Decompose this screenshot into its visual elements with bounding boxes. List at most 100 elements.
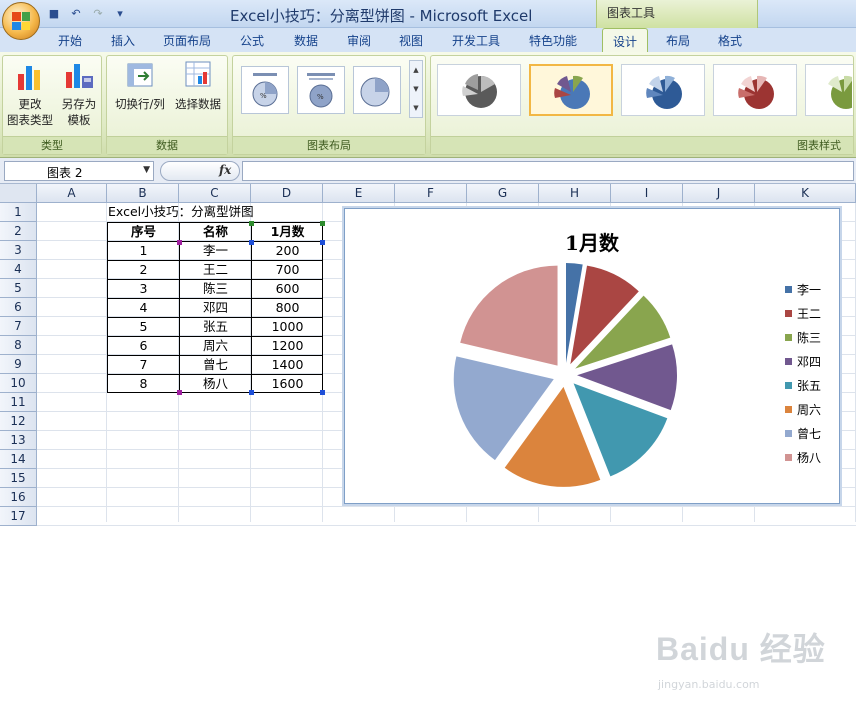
name-box[interactable]: 图表 2 ▼ (4, 161, 154, 181)
row-header-14[interactable]: 14 (0, 450, 37, 469)
column-header-d[interactable]: D (251, 184, 323, 203)
tab-layout[interactable]: 布局 (666, 32, 690, 49)
table-cell[interactable]: 3 (108, 280, 179, 299)
change-chart-type-button[interactable]: 更改 图表类型 (7, 60, 53, 128)
range-handle[interactable] (320, 221, 325, 226)
tab-formulas[interactable]: 公式 (240, 32, 264, 49)
row-header-3[interactable]: 3 (0, 241, 37, 260)
column-header-c[interactable]: C (179, 184, 251, 203)
tab-insert[interactable]: 插入 (111, 32, 135, 49)
legend-item[interactable]: 周六 (785, 401, 845, 417)
row-header-6[interactable]: 6 (0, 298, 37, 317)
table-cell[interactable]: 邓四 (180, 299, 251, 318)
chart-style-gray[interactable] (437, 64, 521, 116)
row-header-16[interactable]: 16 (0, 488, 37, 507)
table-cell[interactable]: 1200 (252, 337, 323, 356)
column-header-e[interactable]: E (323, 184, 395, 203)
range-handle[interactable] (320, 390, 325, 395)
table-cell[interactable]: 1400 (252, 356, 323, 375)
row-header-4[interactable]: 4 (0, 260, 37, 279)
table-cell[interactable]: 1 (108, 242, 179, 261)
pie-slice-杨八[interactable] (460, 265, 558, 366)
table-cell[interactable]: 周六 (180, 337, 251, 356)
table-cell[interactable]: 5 (108, 318, 179, 337)
column-header-i[interactable]: I (611, 184, 683, 203)
scroll-up-icon[interactable]: ▲ (413, 66, 418, 74)
legend-item[interactable]: 王二 (785, 305, 845, 321)
row-header-10[interactable]: 10 (0, 374, 37, 393)
office-button[interactable] (2, 2, 40, 40)
column-header-b[interactable]: B (107, 184, 179, 203)
legend-item[interactable]: 邓四 (785, 353, 845, 369)
select-all-corner[interactable] (0, 184, 37, 203)
range-handle[interactable] (320, 240, 325, 245)
row-header-1[interactable]: 1 (0, 203, 37, 222)
undo-icon[interactable]: ↶ (68, 5, 84, 21)
row-header-13[interactable]: 13 (0, 431, 37, 450)
row-header-5[interactable]: 5 (0, 279, 37, 298)
tab-page-layout[interactable]: 页面布局 (163, 32, 211, 49)
select-data-button[interactable]: 选择数据 (171, 60, 225, 112)
tab-developer[interactable]: 开发工具 (452, 32, 500, 49)
table-header-cell[interactable]: 1月数 (252, 223, 323, 242)
legend-item[interactable]: 曾七 (785, 425, 845, 441)
chart-style-blue[interactable] (621, 64, 705, 116)
column-header-g[interactable]: G (467, 184, 539, 203)
table-cell[interactable]: 700 (252, 261, 323, 280)
table-cell[interactable]: 200 (252, 242, 323, 261)
row-header-12[interactable]: 12 (0, 412, 37, 431)
table-cell[interactable]: 6 (108, 337, 179, 356)
chart-style-red[interactable] (713, 64, 797, 116)
legend-item[interactable]: 李一 (785, 281, 845, 297)
table-cell[interactable]: 8 (108, 375, 179, 394)
chart-layout-1[interactable]: % (241, 66, 289, 114)
chart-layout-gallery-scroll[interactable]: ▲ ▼ ▼ (409, 60, 423, 118)
formula-input[interactable] (242, 161, 854, 181)
insert-function-icon[interactable]: fx (219, 163, 231, 177)
table-cell[interactable]: 杨八 (180, 375, 251, 394)
column-header-f[interactable]: F (395, 184, 467, 203)
table-cell[interactable]: 1600 (252, 375, 323, 394)
range-handle[interactable] (249, 390, 254, 395)
table-cell[interactable]: 曾七 (180, 356, 251, 375)
column-header-h[interactable]: H (539, 184, 611, 203)
chart-style-multicolor[interactable] (529, 64, 613, 116)
range-handle[interactable] (249, 221, 254, 226)
save-icon[interactable]: ■ (46, 5, 62, 21)
tab-design[interactable]: 设计 (602, 28, 649, 52)
table-cell[interactable]: 张五 (180, 318, 251, 337)
scroll-down-icon[interactable]: ▼ (413, 85, 418, 93)
tab-data[interactable]: 数据 (294, 32, 318, 49)
table-cell[interactable]: 7 (108, 356, 179, 375)
tab-review[interactable]: 审阅 (347, 32, 371, 49)
table-cell[interactable]: 李一 (180, 242, 251, 261)
customize-qat-icon[interactable]: ▾ (112, 5, 128, 21)
table-header-cell[interactable]: 序号 (108, 223, 179, 242)
redo-icon[interactable]: ↷ (90, 5, 106, 21)
row-header-11[interactable]: 11 (0, 393, 37, 412)
range-handle[interactable] (249, 240, 254, 245)
table-cell[interactable]: 2 (108, 261, 179, 280)
table-header-cell[interactable]: 名称 (180, 223, 251, 242)
table-cell[interactable]: 4 (108, 299, 179, 318)
range-handle[interactable] (177, 390, 182, 395)
column-header-j[interactable]: J (683, 184, 755, 203)
range-handle[interactable] (177, 240, 182, 245)
chart-layout-2[interactable]: % (297, 66, 345, 114)
tab-home[interactable]: 开始 (58, 32, 82, 49)
column-header-a[interactable]: A (37, 184, 107, 203)
gallery-more-icon[interactable]: ▼ (413, 104, 418, 112)
row-header-9[interactable]: 9 (0, 355, 37, 374)
row-header-15[interactable]: 15 (0, 469, 37, 488)
table-cell[interactable]: 王二 (180, 261, 251, 280)
table-cell[interactable]: 1000 (252, 318, 323, 337)
tab-view[interactable]: 视图 (399, 32, 423, 49)
cell-b1-heading[interactable]: Excel小技巧：分离型饼图 (108, 203, 254, 222)
save-as-template-button[interactable]: 另存为 模板 (57, 60, 101, 128)
legend-item[interactable]: 杨八 (785, 449, 845, 465)
chart-layout-3[interactable] (353, 66, 401, 114)
row-header-7[interactable]: 7 (0, 317, 37, 336)
legend-item[interactable]: 陈三 (785, 329, 845, 345)
table-cell[interactable]: 800 (252, 299, 323, 318)
legend-item[interactable]: 张五 (785, 377, 845, 393)
